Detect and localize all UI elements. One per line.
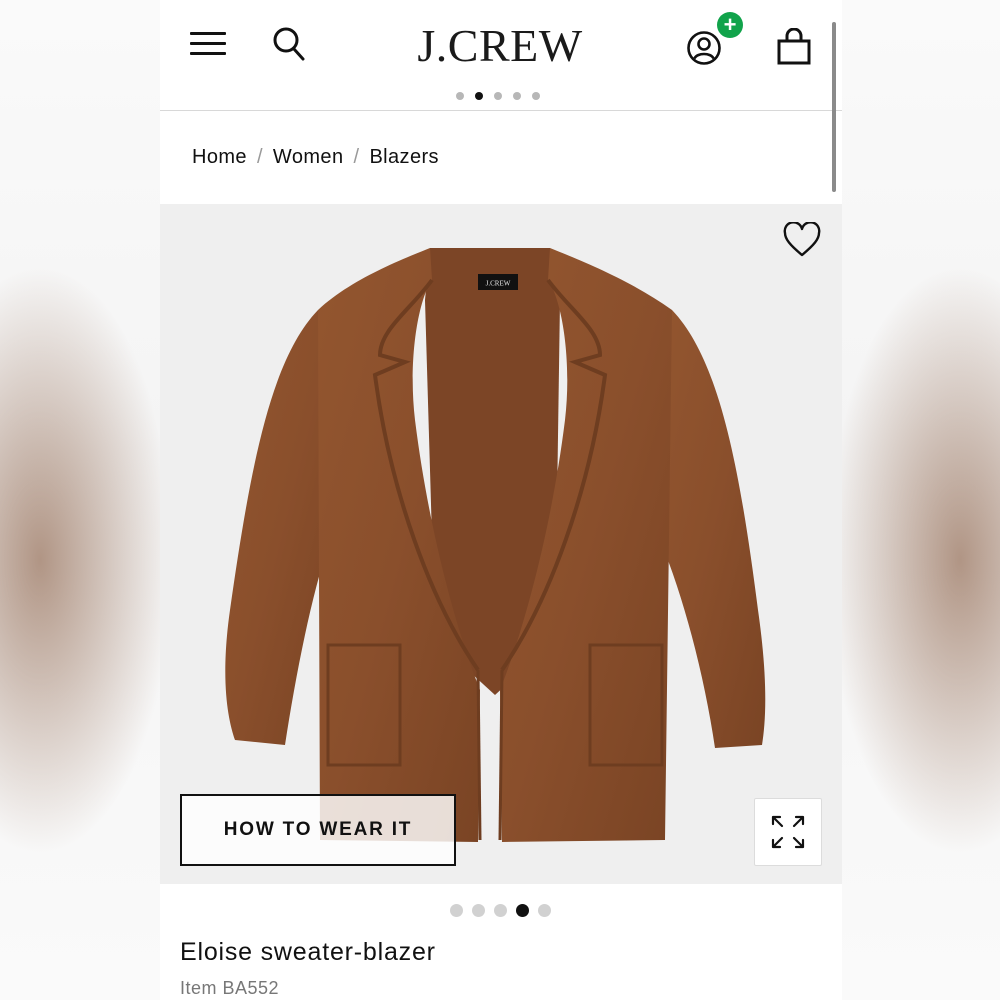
image-dot[interactable] [538,904,551,917]
promo-dot[interactable] [532,92,540,100]
product-image-gallery[interactable]: J.CREW HOW TO WEAR IT [160,204,842,884]
shopping-bag-icon[interactable] [776,28,812,66]
item-number: Item BA552 [180,978,280,998]
promo-carousel-dots [456,92,540,100]
brand-logo[interactable]: J.CREW [390,20,610,72]
breadcrumb-women[interactable]: Women [273,146,344,169]
breadcrumb-separator: / [256,146,263,168]
header-divider [160,110,842,111]
phone-screen: J.CREW + Home / Women / Blazers J.CREW H… [160,0,842,1000]
neck-label-text: J.CREW [486,280,511,288]
breadcrumb-separator: / [353,146,360,168]
how-to-wear-button[interactable]: HOW TO WEAR IT [180,794,456,866]
promo-dot[interactable] [475,92,483,100]
expand-icon[interactable] [754,798,822,866]
scrollbar[interactable] [832,22,836,192]
image-dot[interactable] [516,904,529,917]
breadcrumb-blazers[interactable]: Blazers [369,146,439,169]
hamburger-menu-icon[interactable] [190,32,226,58]
heart-icon[interactable] [782,222,822,258]
promo-dot[interactable] [456,92,464,100]
account-icon[interactable] [686,30,722,66]
image-dot[interactable] [472,904,485,917]
product-title: Eloise sweater-blazer [180,938,436,966]
top-navigation-bar: J.CREW + [160,0,842,92]
plus-badge-icon: + [717,12,743,38]
image-dot[interactable] [450,904,463,917]
promo-dot[interactable] [494,92,502,100]
search-icon[interactable] [272,26,306,62]
image-carousel-dots [450,904,551,917]
promo-dot[interactable] [513,92,521,100]
breadcrumb-home[interactable]: Home [192,146,247,169]
image-dot[interactable] [494,904,507,917]
breadcrumb: Home / Women / Blazers [192,146,439,169]
product-image: J.CREW [225,248,766,842]
